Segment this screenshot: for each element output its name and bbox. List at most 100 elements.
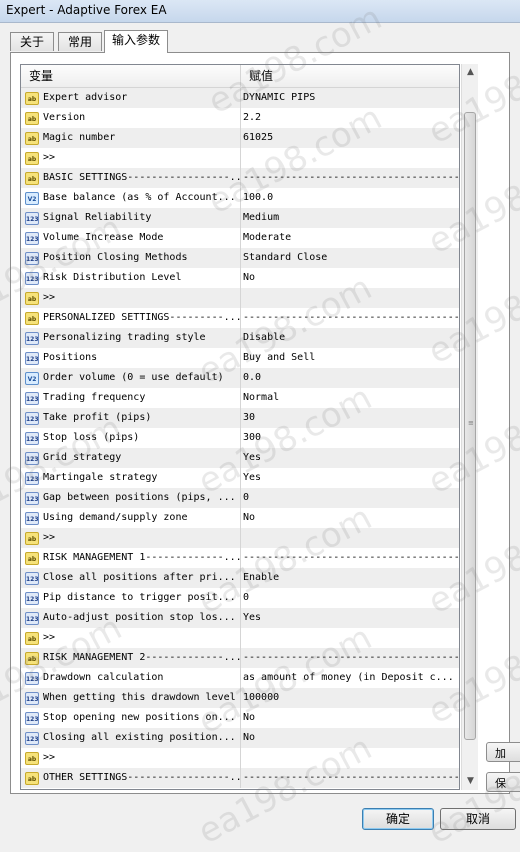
load-button[interactable]: 加 xyxy=(486,742,520,762)
parameter-row[interactable]: 123 Risk Distribution Level No xyxy=(21,268,459,288)
cancel-button[interactable]: 取消 xyxy=(440,808,516,830)
parameter-row[interactable]: 123 Position Closing Methods Standard Clos… xyxy=(21,248,459,268)
parameter-row[interactable]: 123 Trading frequency Normal xyxy=(21,388,459,408)
parameter-row[interactable]: ab >> xyxy=(21,528,459,548)
parameter-name: Expert advisor xyxy=(43,92,128,103)
parameter-value[interactable]: 61025 xyxy=(241,128,459,148)
ok-button[interactable]: 确定 xyxy=(362,808,434,830)
parameter-name: Volume Increase Mode xyxy=(43,232,164,243)
scroll-up-arrow-icon[interactable]: ▲ xyxy=(462,64,479,81)
parameter-row[interactable]: 123 Martingale strategy Yes xyxy=(21,468,459,488)
parameter-value[interactable]: Moderate xyxy=(241,228,459,248)
parameter-value[interactable]: No xyxy=(241,508,459,528)
parameter-name: RISK MANAGEMENT 2-------------... xyxy=(43,652,241,663)
parameter-value[interactable]: Standard Close xyxy=(241,248,459,268)
parameter-value[interactable]: No xyxy=(241,708,459,728)
parameter-name: PERSONALIZED SETTINGS---------... xyxy=(43,312,241,323)
parameter-row[interactable]: 123 Closing all existing position... No xyxy=(21,728,459,748)
parameter-name: >> xyxy=(43,152,56,163)
parameter-row[interactable]: 123 Pip distance to trigger posit... 0 xyxy=(21,588,459,608)
parameter-row[interactable]: 123 Volume Increase Mode Moderate xyxy=(21,228,459,248)
parameter-row[interactable]: 123 Grid strategy Yes xyxy=(21,448,459,468)
integer-type-icon: 123 xyxy=(25,451,39,465)
parameter-name-cell: V2 Base balance (as % of Account... xyxy=(21,188,241,208)
parameter-row[interactable]: ab OTHER SETTINGS-----------------... ----… xyxy=(21,768,459,788)
parameter-row[interactable]: 123 Take profit (pips) 30 xyxy=(21,408,459,428)
scroll-thumb[interactable]: ≡ xyxy=(464,112,476,740)
parameter-name: >> xyxy=(43,532,56,543)
parameter-value[interactable]: 100.0 xyxy=(241,188,459,208)
parameter-value[interactable]: 100000 xyxy=(241,688,459,708)
parameter-value[interactable] xyxy=(241,148,459,168)
parameter-value[interactable]: ------------------------------------... xyxy=(241,548,459,568)
parameter-name-cell: 123 Stop loss (pips) xyxy=(21,428,241,448)
parameter-name-cell: ab >> xyxy=(21,628,241,648)
parameter-name-cell: 123 Positions xyxy=(21,348,241,368)
parameter-row[interactable]: 123 Positions Buy and Sell xyxy=(21,348,459,368)
parameter-row[interactable]: ab Magic number 61025 xyxy=(21,128,459,148)
parameter-value[interactable]: 0 xyxy=(241,588,459,608)
integer-type-icon: 123 xyxy=(25,591,39,605)
parameter-value[interactable]: ------------------------------------... xyxy=(241,308,459,328)
header-variable[interactable]: 变量 xyxy=(21,65,241,87)
parameter-row[interactable]: 123 Gap between positions (pips, ... 0 xyxy=(21,488,459,508)
parameter-row[interactable]: 123 Signal Reliability Medium xyxy=(21,208,459,228)
parameter-value[interactable]: as amount of money (in Deposit c... xyxy=(241,668,459,688)
header-value[interactable]: 赋值 xyxy=(241,65,459,87)
parameter-value[interactable]: No xyxy=(241,268,459,288)
parameter-row[interactable]: 123 Personalizing trading style Disable xyxy=(21,328,459,348)
parameter-name-cell: V2 Order volume (0 = use default) xyxy=(21,368,241,388)
parameter-value[interactable]: 2.2 xyxy=(241,108,459,128)
parameter-row[interactable]: ab Version 2.2 xyxy=(21,108,459,128)
parameter-row[interactable]: ab Expert advisor DYNAMIC PIPS xyxy=(21,88,459,108)
parameter-row[interactable]: 123 Using demand/supply zone No xyxy=(21,508,459,528)
parameter-row[interactable]: ab >> xyxy=(21,748,459,768)
parameter-row[interactable]: ab >> xyxy=(21,288,459,308)
parameter-value[interactable]: Normal xyxy=(241,388,459,408)
parameter-value[interactable]: Enable xyxy=(241,568,459,588)
parameter-value[interactable]: Yes xyxy=(241,608,459,628)
parameter-row[interactable]: 123 Close all positions after pri... Enabl… xyxy=(21,568,459,588)
parameter-name-cell: 123 Trading frequency xyxy=(21,388,241,408)
parameter-row[interactable]: 123 Auto-adjust position stop los... Yes xyxy=(21,608,459,628)
parameter-row[interactable]: ab BASIC SETTINGS-----------------... ----… xyxy=(21,168,459,188)
parameter-row[interactable]: ab >> xyxy=(21,628,459,648)
vertical-scrollbar[interactable]: ▲ ≡ ▼ xyxy=(461,64,478,790)
parameter-value[interactable]: ------------------------------------... xyxy=(241,168,459,188)
parameter-value[interactable]: Buy and Sell xyxy=(241,348,459,368)
parameter-value[interactable] xyxy=(241,288,459,308)
parameter-value[interactable]: 300 xyxy=(241,428,459,448)
parameter-value[interactable]: Yes xyxy=(241,448,459,468)
parameter-row[interactable]: ab RISK MANAGEMENT 1-------------... -----… xyxy=(21,548,459,568)
parameter-value[interactable]: No xyxy=(241,728,459,748)
parameter-value[interactable]: ------------------------------------... xyxy=(241,648,459,668)
scroll-down-arrow-icon[interactable]: ▼ xyxy=(462,773,479,790)
parameter-row[interactable]: V2 Base balance (as % of Account... 100.0 xyxy=(21,188,459,208)
save-button[interactable]: 保 xyxy=(486,772,520,792)
parameter-row[interactable]: 123 Stop opening new positions on... No xyxy=(21,708,459,728)
parameter-row[interactable]: 123 Stop loss (pips) 300 xyxy=(21,428,459,448)
parameter-row[interactable]: ab RISK MANAGEMENT 2-------------... -----… xyxy=(21,648,459,668)
parameter-name-cell: 123 Take profit (pips) xyxy=(21,408,241,428)
parameter-value[interactable]: Medium xyxy=(241,208,459,228)
window-title: Expert - Adaptive Forex EA xyxy=(6,3,167,17)
parameter-row[interactable]: 123 When getting this drawdown level 10000… xyxy=(21,688,459,708)
parameter-row[interactable]: ab >> xyxy=(21,148,459,168)
tab-common[interactable]: 常用 xyxy=(58,32,102,51)
parameter-value[interactable]: DYNAMIC PIPS xyxy=(241,88,459,108)
parameter-row[interactable]: V2 Order volume (0 = use default) 0.0 xyxy=(21,368,459,388)
parameter-value[interactable]: Yes xyxy=(241,468,459,488)
tab-about[interactable]: 关于 xyxy=(10,32,54,51)
parameter-name-cell: 123 Closing all existing position... xyxy=(21,728,241,748)
parameter-value[interactable]: ------------------------------------... xyxy=(241,768,459,788)
parameter-value[interactable] xyxy=(241,528,459,548)
parameter-value[interactable]: Disable xyxy=(241,328,459,348)
parameter-value[interactable]: 0.0 xyxy=(241,368,459,388)
parameter-value[interactable]: 30 xyxy=(241,408,459,428)
parameter-value[interactable]: 0 xyxy=(241,488,459,508)
parameter-row[interactable]: ab PERSONALIZED SETTINGS---------... -----… xyxy=(21,308,459,328)
parameter-value[interactable] xyxy=(241,748,459,768)
parameter-value[interactable] xyxy=(241,628,459,648)
tab-inputs[interactable]: 输入参数 xyxy=(104,30,168,53)
parameter-row[interactable]: 123 Drawdown calculation as amount of mone… xyxy=(21,668,459,688)
